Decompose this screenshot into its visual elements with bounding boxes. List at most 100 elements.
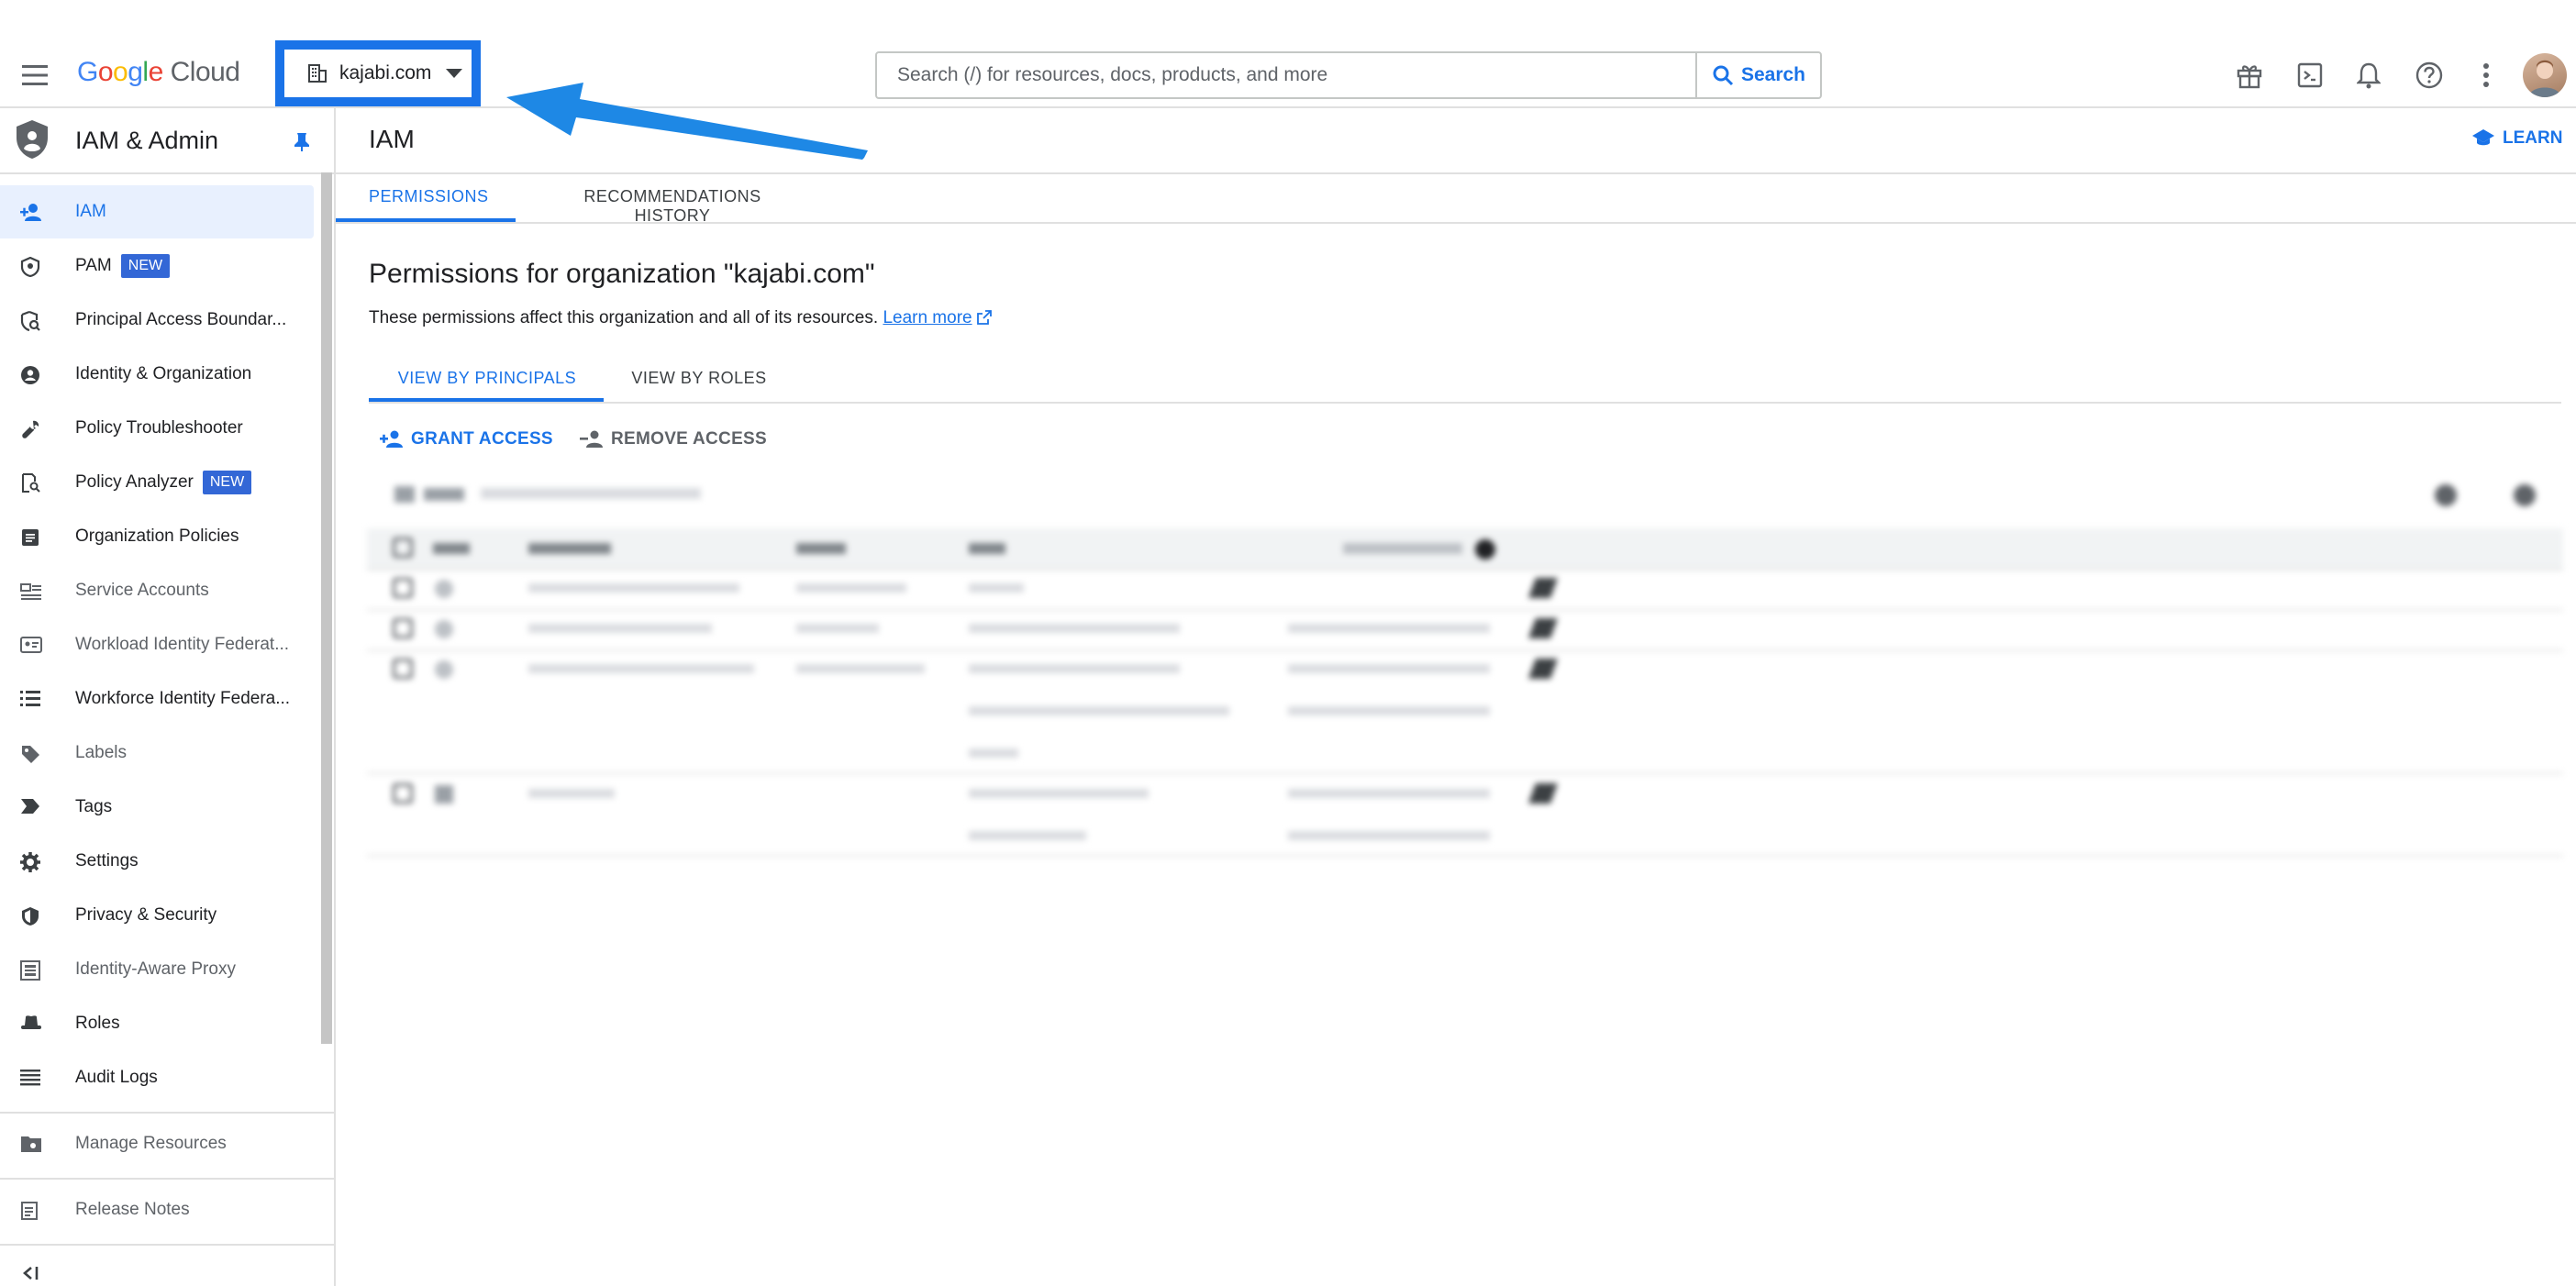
tab-view-by-roles[interactable]: VIEW BY ROLES — [629, 369, 769, 388]
person-add-icon — [20, 203, 41, 223]
logo-letter: o — [113, 57, 128, 87]
remove-access-button[interactable]: REMOVE ACCESS — [580, 429, 767, 449]
row-checkbox — [393, 618, 413, 638]
sidebar-scrollbar-thumb[interactable] — [321, 172, 332, 1044]
terminal-icon[interactable] — [2288, 53, 2332, 97]
page-title: IAM — [369, 125, 415, 153]
cell-placeholder — [1288, 831, 1490, 840]
cell-placeholder — [796, 583, 906, 593]
policy-search-icon — [20, 311, 40, 331]
sidebar-item-organization-policies[interactable]: Organization Policies — [0, 510, 314, 563]
header-type-placeholder — [433, 543, 470, 554]
pin-icon[interactable] — [294, 132, 310, 152]
sidebar-item-manage-resources[interactable]: Manage Resources — [0, 1117, 334, 1170]
sidebar-item-release-notes[interactable]: Release Notes — [0, 1183, 334, 1236]
sidebar-item-audit-logs[interactable]: Audit Logs — [0, 1051, 314, 1104]
select-all-checkbox — [393, 538, 413, 558]
more-vert-icon[interactable] — [2468, 53, 2504, 97]
project-selector[interactable]: kajabi.com — [275, 40, 481, 106]
tab-view-by-principals[interactable]: VIEW BY PRINCIPALS — [369, 369, 605, 388]
sidebar-item-service-accounts[interactable]: Service Accounts — [0, 564, 314, 617]
subtabs-divider — [369, 402, 2561, 404]
iam-shield-icon — [15, 119, 50, 160]
main-menu-icon[interactable] — [13, 53, 57, 97]
sidebar-item-label: Workforce Identity Federa... — [75, 689, 291, 708]
sidebar-item-principal-access-boundary[interactable]: Principal Access Boundar... — [0, 294, 314, 347]
label-arrow-icon — [20, 798, 40, 818]
filter-icon — [394, 486, 415, 503]
table-settings-icon — [2435, 484, 2457, 506]
sidebar-item-pam[interactable]: PAM NEW — [0, 239, 314, 293]
list-icon — [20, 690, 40, 710]
search-bar: Search — [875, 51, 1822, 99]
top-bar: Google Cloud kajabi.com Search — [0, 0, 2576, 108]
collapse-sidebar-icon[interactable] — [22, 1266, 40, 1280]
google-cloud-logo[interactable]: Google Cloud — [77, 57, 240, 88]
person-icon — [435, 660, 453, 679]
sidebar-item-workload-identity-federation[interactable]: Workload Identity Federat... — [0, 618, 314, 671]
sidebar-item-labels[interactable]: Labels — [0, 726, 314, 780]
folder-gear-icon — [20, 1135, 41, 1155]
sidebar-divider — [0, 1112, 334, 1114]
sidebar-item-roles[interactable]: Roles — [0, 997, 314, 1050]
sidebar-item-iam[interactable]: IAM — [0, 185, 314, 238]
avatar[interactable] — [2523, 53, 2567, 97]
search-icon — [1712, 64, 1734, 86]
school-icon — [2471, 128, 2495, 149]
service-account-icon — [20, 582, 41, 602]
sidebar-item-policy-analyzer[interactable]: Policy Analyzer NEW — [0, 456, 314, 509]
gift-icon[interactable] — [2227, 53, 2271, 97]
logo-letter: G — [77, 57, 98, 87]
grant-access-button[interactable]: GRANT ACCESS — [380, 429, 553, 449]
tab-permissions[interactable]: PERMISSIONS — [369, 187, 488, 206]
person-icon — [435, 620, 453, 638]
edit-pencil-icon — [1527, 659, 1559, 679]
sidebar-item-identity-aware-proxy[interactable]: Identity-Aware Proxy — [0, 943, 314, 996]
learn-button[interactable]: LEARN — [2471, 128, 2562, 149]
row-divider — [367, 855, 2563, 857]
sidebar-divider — [0, 1178, 334, 1180]
help-icon[interactable] — [2407, 53, 2451, 97]
tab-recommendations-history[interactable]: RECOMMENDATIONS HISTORY — [547, 187, 798, 226]
annotation-arrow-icon — [506, 83, 868, 160]
bell-icon[interactable] — [2347, 53, 2391, 97]
search-button[interactable]: Search — [1695, 53, 1820, 97]
sidebar-item-label: Manage Resources — [75, 1134, 227, 1153]
sidebar-item-label: Principal Access Boundar... — [75, 310, 287, 329]
search-input[interactable] — [877, 52, 1695, 98]
sidebar-item-label: Policy Troubleshooter — [75, 418, 243, 438]
person-remove-icon — [580, 430, 604, 449]
shield-account-icon — [20, 257, 40, 277]
edit-pencil-icon — [1527, 783, 1559, 804]
sidebar-item-identity-organization[interactable]: Identity & Organization — [0, 348, 314, 401]
sidebar-item-workforce-identity-federation[interactable]: Workforce Identity Federa... — [0, 672, 314, 726]
sidebar-divider — [0, 1244, 334, 1246]
header-principal-placeholder — [528, 543, 611, 554]
learn-more-link[interactable]: Learn more — [883, 308, 972, 327]
cell-placeholder — [528, 789, 615, 798]
learn-more-label: Learn more — [883, 308, 972, 327]
remove-access-label: REMOVE ACCESS — [611, 429, 768, 449]
external-link-icon — [976, 310, 992, 325]
new-badge: NEW — [202, 471, 252, 494]
permissions-heading: Permissions for organization "kajabi.com… — [369, 259, 875, 289]
sidebar-item-tags[interactable]: Tags — [0, 781, 314, 834]
sidebar-item-policy-troubleshooter[interactable]: Policy Troubleshooter — [0, 402, 314, 455]
sidebar-item-label: Identity & Organization — [75, 364, 252, 383]
row-checkbox — [393, 783, 413, 804]
sidebar-item-label: Organization Policies — [75, 527, 239, 546]
release-notes-icon — [20, 1201, 40, 1221]
description-text: These permissions affect this organizati… — [369, 308, 879, 327]
logo-letter: e — [148, 57, 164, 87]
sidebar-item-label: Settings — [75, 851, 139, 870]
cell-placeholder — [969, 748, 1018, 758]
person-icon — [435, 580, 453, 598]
cell-placeholder — [528, 624, 712, 633]
lines-icon — [20, 1069, 40, 1089]
cell-placeholder — [1288, 789, 1490, 798]
project-name: kajabi.com — [339, 62, 432, 83]
sidebar-item-privacy-security[interactable]: Privacy & Security — [0, 889, 314, 942]
sidebar-item-label: Labels — [75, 743, 127, 762]
grant-access-label: GRANT ACCESS — [411, 429, 553, 449]
sidebar-item-settings[interactable]: Settings — [0, 835, 314, 888]
